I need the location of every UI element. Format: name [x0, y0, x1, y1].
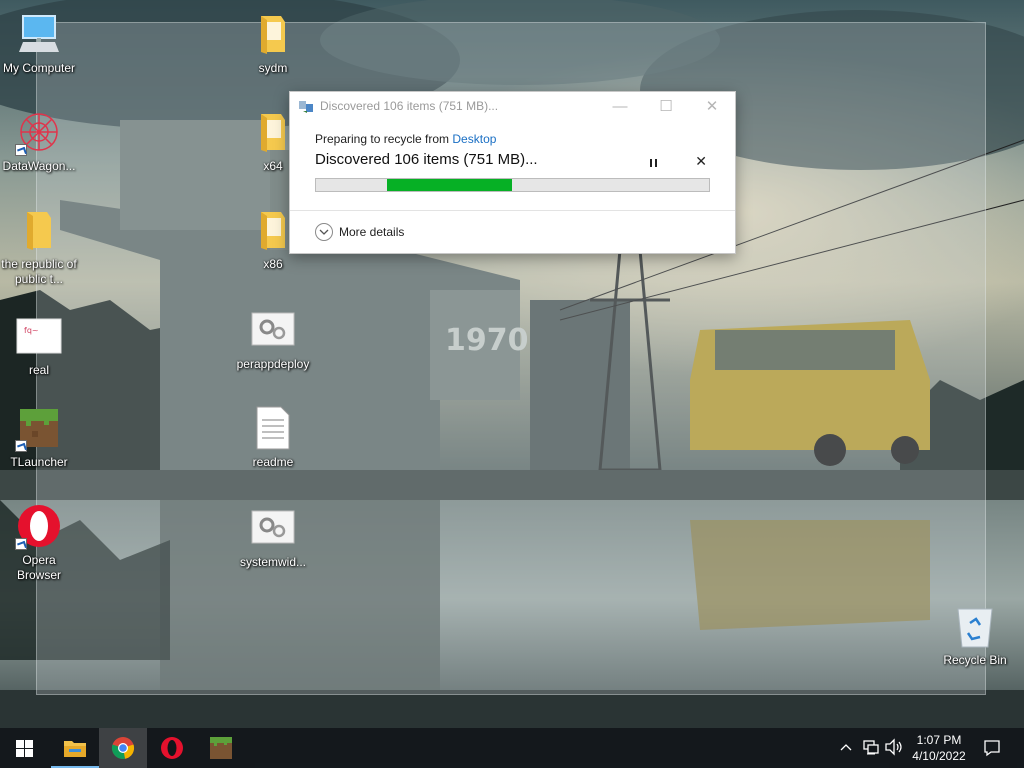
minimize-button[interactable]: — — [597, 92, 643, 120]
dialog-titlebar[interactable]: Discovered 106 items (751 MB)... — ☐ ✕ — [290, 92, 735, 120]
minimize-icon: — — [612, 97, 628, 115]
minecraft-block-icon — [15, 404, 63, 452]
desktop-icon-label: sydm — [258, 61, 288, 75]
desktop-icon-perappdeploy[interactable]: perappdeploy — [234, 306, 312, 372]
desktop-icon-sydm[interactable]: sydm — [234, 10, 312, 76]
chevron-down-icon — [315, 223, 333, 241]
taskbar-chrome[interactable] — [99, 728, 147, 768]
windows-logo-icon — [15, 739, 33, 757]
chevron-up-icon — [840, 744, 852, 751]
opera-icon — [15, 502, 63, 550]
preparing-prefix: Preparing to recycle from — [315, 132, 453, 146]
desktop-icon-opera[interactable]: Opera Browser — [0, 502, 78, 583]
show-hidden-icons-button[interactable] — [838, 740, 854, 754]
taskbar-file-explorer[interactable] — [51, 728, 99, 768]
volume-icon[interactable] — [884, 738, 904, 761]
minecraft-block-icon — [210, 737, 232, 759]
maximize-button[interactable]: ☐ — [643, 92, 689, 120]
close-icon: ✕ — [705, 98, 719, 115]
action-center-button[interactable] — [972, 728, 1012, 768]
taskbar-opera[interactable] — [148, 728, 196, 768]
maximize-icon: ☐ — [659, 98, 673, 115]
chrome-icon — [111, 737, 135, 759]
desktop-icon-readme[interactable]: readme — [234, 404, 312, 470]
shortcut-arrow-icon — [15, 440, 27, 452]
desktop-icon-label: My Computer — [2, 61, 76, 75]
source-folder-link[interactable]: Desktop — [452, 132, 496, 146]
clock-time: 1:07 PM — [916, 733, 962, 747]
shortcut-arrow-icon — [15, 144, 27, 156]
pause-icon-bar — [649, 159, 652, 167]
clock-date: 4/10/2022 — [912, 749, 966, 763]
desktop-icon-label: TLauncher — [10, 455, 68, 469]
desktop-icon-label: the republic of public t... — [1, 257, 77, 286]
desktop-icon-label: readme — [252, 455, 294, 469]
shortcut-arrow-icon — [15, 538, 27, 550]
taskbar-clock[interactable]: 1:07 PM 4/10/2022 — [906, 732, 972, 764]
folder-icon — [249, 10, 297, 58]
dialog-body: Preparing to recycle from Desktop Discov… — [290, 120, 735, 192]
cancel-icon: ✕ — [695, 153, 707, 169]
desktop-icon-real[interactable]: fq~ real — [0, 312, 78, 378]
desktop-icon-label: perappdeploy — [236, 357, 310, 371]
taskbar-tlauncher[interactable] — [197, 728, 245, 768]
image-file-icon: fq~ — [15, 312, 63, 360]
desktop-icon-systemwide[interactable]: systemwid... — [234, 504, 312, 570]
taskbar: 1:07 PM 4/10/2022 — [0, 728, 1024, 768]
network-icon[interactable] — [862, 738, 880, 761]
pause-icon-bar — [654, 159, 657, 167]
recycle-bin-icon — [951, 602, 999, 650]
svg-text:fq~: fq~ — [24, 326, 39, 335]
desktop-icon-label: DataWagon... — [2, 159, 76, 173]
file-operation-icon — [299, 101, 313, 113]
progress-bar-fill — [386, 179, 513, 191]
progress-bar — [315, 178, 710, 192]
desktop-icon-label: x86 — [263, 257, 283, 271]
datawagon-icon — [15, 108, 63, 156]
desktop-icon-label: Recycle Bin — [943, 653, 1007, 667]
dialog-title: Discovered 106 items (751 MB)... — [320, 99, 499, 113]
desktop-icon-my-computer[interactable]: My Computer — [0, 10, 78, 76]
recycle-progress-dialog[interactable]: Discovered 106 items (751 MB)... — ☐ ✕ P… — [289, 91, 736, 254]
desktop-icon-label: systemwid... — [239, 555, 306, 569]
text-file-icon — [249, 404, 297, 452]
desktop-icon-datawagon[interactable]: DataWagon... — [0, 108, 78, 174]
desktop-icon-label: Opera Browser — [16, 553, 61, 582]
close-button[interactable]: ✕ — [689, 92, 735, 120]
folder-icon — [15, 206, 63, 254]
dialog-separator — [290, 210, 735, 211]
folder-icon — [64, 741, 86, 757]
cancel-button[interactable]: ✕ — [695, 153, 707, 170]
preparing-text: Preparing to recycle from Desktop — [315, 132, 710, 146]
desktop-icon-label: real — [28, 363, 49, 377]
more-details-label: More details — [339, 225, 405, 239]
pause-button[interactable] — [645, 156, 661, 170]
settings-file-icon — [249, 306, 297, 354]
computer-icon — [15, 10, 63, 58]
desktop-icon-tlauncher[interactable]: TLauncher — [0, 404, 78, 470]
opera-icon — [161, 737, 183, 759]
more-details-toggle[interactable]: More details — [315, 223, 404, 241]
desktop-icon-republic-folder[interactable]: the republic of public t... — [0, 206, 78, 287]
desktop-icon-recycle-bin[interactable]: Recycle Bin — [936, 602, 1014, 668]
start-button[interactable] — [0, 728, 48, 768]
settings-file-icon — [249, 504, 297, 552]
notification-icon — [984, 740, 1000, 757]
